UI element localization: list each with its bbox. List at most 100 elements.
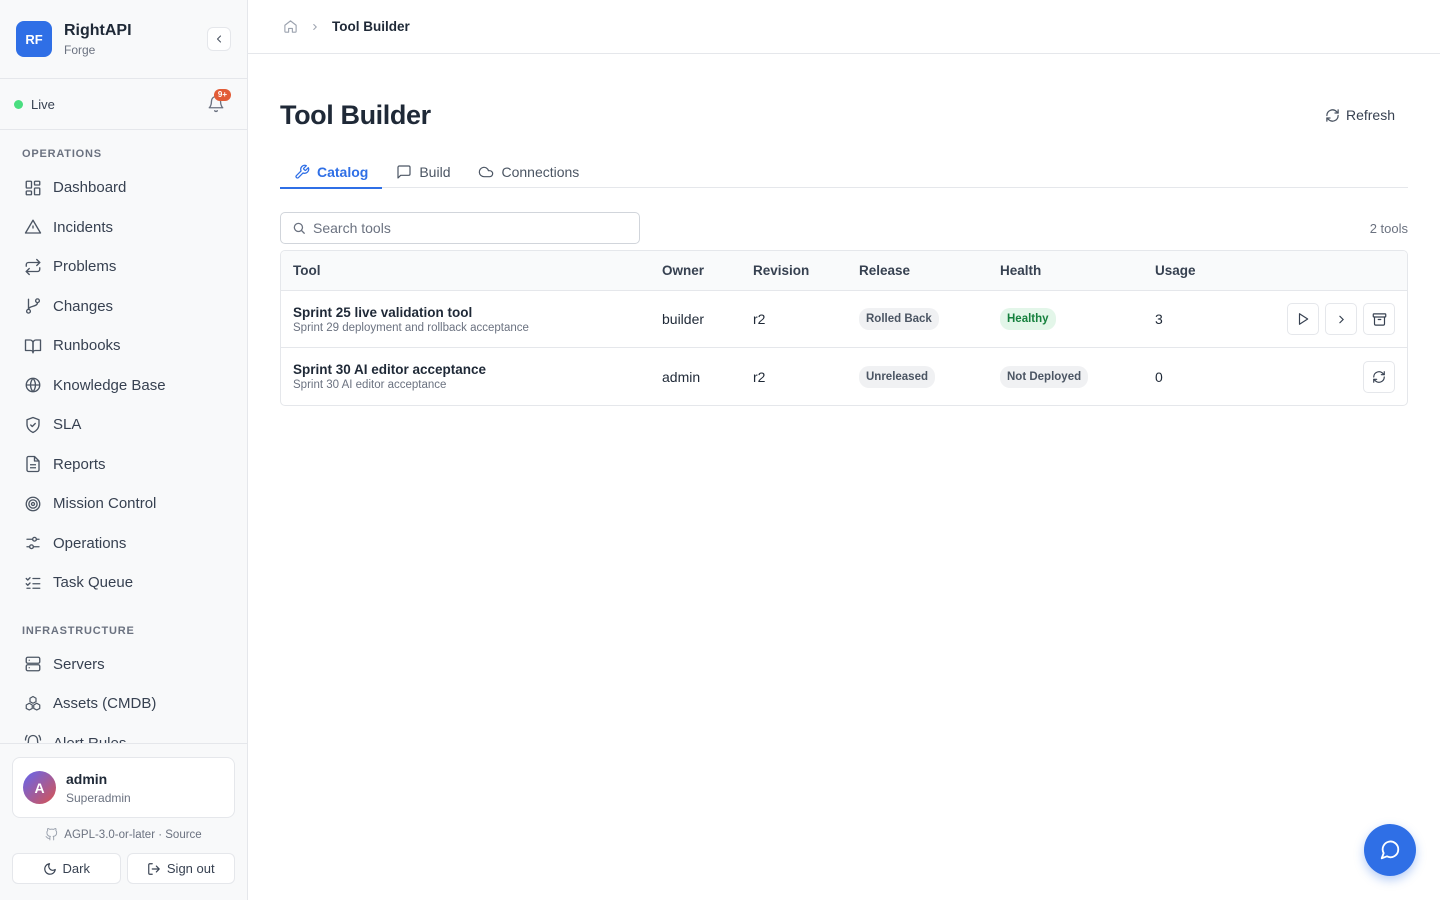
user-name: admin	[66, 770, 108, 787]
sidebar-item-changes[interactable]: Changes	[0, 287, 247, 327]
open-tool-button[interactable]	[1325, 303, 1357, 335]
tool-description: Sprint 30 AI editor acceptance	[293, 379, 447, 391]
sidebar-item-mission-control[interactable]: Mission Control	[0, 484, 247, 524]
search-input[interactable]	[313, 220, 613, 236]
sidebar-item-problems[interactable]: Problems	[0, 247, 247, 287]
sidebar-item-alert-rules[interactable]: Alert Rules	[0, 724, 247, 744]
table-row[interactable]: Sprint 30 AI editor acceptance Sprint 30…	[281, 348, 1407, 405]
column-header-owner[interactable]: Owner	[662, 263, 753, 278]
breadcrumb: Tool Builder	[248, 0, 1440, 54]
license-text: AGPL-3.0-or-later · Source	[64, 828, 202, 841]
brand-name: RightAPI	[64, 21, 132, 39]
tool-name: Sprint 25 live validation tool	[293, 304, 473, 320]
tool-owner: builder	[662, 311, 705, 327]
boxes-icon	[25, 695, 41, 711]
sidebar-item-incidents[interactable]: Incidents	[0, 208, 247, 248]
sidebar-item-label: Operations	[53, 534, 127, 552]
column-header-revision[interactable]: Revision	[753, 263, 859, 278]
tool-name: Sprint 30 AI editor acceptance	[293, 362, 487, 377]
message-square-icon	[397, 164, 411, 179]
sidebar-item-label: Incidents	[53, 218, 114, 236]
column-header-usage[interactable]: Usage	[1155, 263, 1235, 278]
cloud-icon	[479, 166, 494, 177]
release-status-badge: Rolled Back	[859, 308, 939, 330]
tool-count: 2 tools	[1369, 220, 1408, 236]
refresh-label: Refresh	[1345, 107, 1395, 123]
notification-badge: 9+	[213, 89, 231, 101]
log-out-icon	[148, 862, 160, 875]
live-indicator-dot	[14, 99, 23, 109]
search-icon	[293, 222, 305, 234]
tab-label: Catalog	[317, 163, 369, 180]
table-header: Tool Owner Revision Release Health Usage	[281, 251, 1407, 291]
sidebar-item-task-queue[interactable]: Task Queue	[0, 563, 247, 603]
run-tool-button[interactable]	[1287, 303, 1319, 335]
user-role: Superadmin	[66, 790, 131, 805]
nav-section-operations: OPERATIONS	[22, 148, 102, 160]
refresh-button[interactable]: Refresh	[1325, 107, 1395, 123]
license-link[interactable]: AGPL-3.0-or-later · Source	[12, 828, 235, 841]
repeat-icon	[25, 258, 41, 275]
sidebar-item-sla[interactable]: SLA	[0, 405, 247, 445]
main-content: Tool Builder Tool Builder Refresh Catalo…	[248, 0, 1440, 900]
column-header-health[interactable]: Health	[1000, 263, 1155, 278]
brand-logo: RF	[16, 21, 52, 57]
file-text-icon	[26, 456, 40, 473]
sidebar-item-operations[interactable]: Operations	[0, 524, 247, 564]
sidebar-item-dashboard[interactable]: Dashboard	[0, 168, 247, 208]
home-icon[interactable]	[283, 19, 298, 34]
tab-label: Build	[419, 163, 451, 180]
breadcrumb-current: Tool Builder	[332, 19, 410, 34]
health-status-badge: Not Deployed	[1000, 365, 1089, 388]
release-status-badge: Unreleased	[859, 365, 936, 388]
sidebar-item-label: Dashboard	[53, 179, 127, 197]
avatar: A	[23, 771, 56, 804]
sidebar-item-knowledge-base[interactable]: Knowledge Base	[0, 366, 247, 406]
play-icon	[1298, 313, 1309, 325]
chevron-right-icon	[1338, 315, 1344, 323]
redeploy-tool-button[interactable]	[1363, 360, 1395, 393]
collapse-sidebar-button[interactable]	[207, 27, 231, 51]
user-card[interactable]: A admin Superadmin	[12, 757, 235, 818]
sidebar-item-reports[interactable]: Reports	[0, 445, 247, 485]
sidebar: RF RightAPI Forge Live 9+ OPERATIONS Das…	[0, 0, 248, 900]
tool-owner: admin	[662, 368, 701, 385]
server-icon	[25, 656, 41, 672]
sign-out-label: Sign out	[166, 861, 215, 876]
sidebar-item-runbooks[interactable]: Runbooks	[0, 326, 247, 366]
alert-triangle-icon	[24, 219, 42, 234]
tool-revision: r2	[753, 311, 766, 327]
column-header-release[interactable]: Release	[859, 263, 1000, 278]
chat-assistant-button[interactable]	[1364, 824, 1416, 876]
sidebar-item-label: Mission Control	[53, 495, 157, 513]
sidebar-item-label: Problems	[53, 258, 117, 276]
sidebar-item-servers[interactable]: Servers	[0, 645, 247, 685]
list-checks-icon	[25, 576, 41, 589]
sidebar-nav: OPERATIONS Dashboard Incidents Problems …	[0, 130, 247, 744]
dark-mode-label: Dark	[62, 861, 90, 876]
archive-tool-button[interactable]	[1363, 303, 1395, 335]
sign-out-button[interactable]: Sign out	[126, 853, 235, 884]
table-row[interactable]: Sprint 25 live validation tool Sprint 29…	[281, 291, 1407, 348]
sidebar-item-label: Servers	[53, 655, 105, 673]
tab-bar: Catalog Build Connections	[280, 155, 1408, 189]
sidebar-item-label: Assets (CMDB)	[53, 695, 157, 713]
tab-connections[interactable]: Connections	[464, 155, 593, 188]
target-icon	[25, 496, 41, 512]
shield-check-icon	[26, 416, 40, 433]
sliders-icon	[26, 536, 40, 550]
tab-catalog[interactable]: Catalog	[280, 155, 383, 189]
page-title: Tool Builder	[280, 99, 431, 130]
book-icon	[24, 339, 42, 354]
sidebar-item-assets-cmdb[interactable]: Assets (CMDB)	[0, 684, 247, 724]
tab-build[interactable]: Build	[382, 155, 464, 188]
dark-mode-button[interactable]: Dark	[12, 853, 121, 884]
sidebar-item-label: Knowledge Base	[53, 376, 166, 394]
chat-bubble-icon	[1380, 840, 1400, 860]
github-icon	[45, 828, 58, 841]
search-field[interactable]	[280, 212, 640, 244]
column-header-tool[interactable]: Tool	[281, 263, 662, 278]
tool-description: Sprint 29 deployment and rollback accept…	[293, 321, 529, 334]
refresh-icon	[1373, 370, 1385, 383]
sidebar-item-label: Reports	[53, 455, 106, 473]
